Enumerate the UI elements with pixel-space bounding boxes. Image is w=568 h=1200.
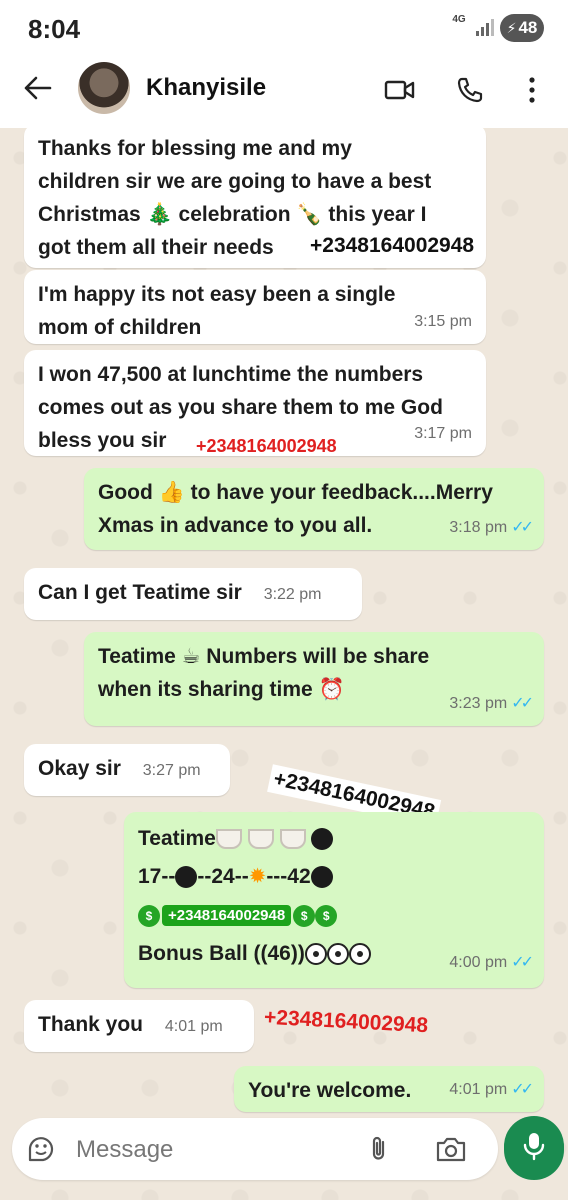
message-line: comes out as you share them to me God	[38, 396, 443, 419]
phone-number-overlay: +2348164002948	[196, 436, 337, 456]
video-call-icon[interactable]	[382, 72, 418, 108]
message-outgoing[interactable]: Teatime 17-- --24--✹---42 $ +2348164002948…	[124, 812, 544, 988]
message-incoming[interactable]: Okay sir 3:27 pm	[24, 744, 230, 796]
signal-icon	[474, 16, 494, 36]
battery-indicator: ⚡ 48	[500, 14, 544, 42]
message-time: 3:18 pm ✓✓	[449, 511, 534, 544]
message-time-text: 3:18 pm	[449, 519, 508, 536]
chat-header: Khanyisile	[0, 56, 568, 128]
message-time: 3:15 pm	[414, 313, 472, 330]
network-indicator: 4G	[452, 14, 466, 25]
contact-name[interactable]: Khanyisile	[146, 74, 266, 102]
message-outgoing[interactable]: You're welcome. 4:01 pm ✓✓	[234, 1066, 544, 1112]
message-line: You're welcome.	[248, 1079, 412, 1102]
message-outgoing[interactable]: Teatime ☕ Numbers will be share when its…	[84, 632, 544, 726]
football-icon	[348, 943, 371, 966]
message-incoming[interactable]: I'm happy its not easy been a single mom…	[24, 270, 486, 344]
message-line: Okay sir	[38, 757, 121, 780]
camera-icon[interactable]	[434, 1134, 468, 1164]
tea-cup-icon	[279, 829, 306, 850]
money-bag-icon: $	[293, 904, 316, 927]
football-icon	[326, 943, 349, 966]
burst-icon: ✹	[248, 865, 267, 889]
message-time: 3:23 pm ✓✓	[449, 687, 534, 720]
phone-number-overlay: +2348164002948	[306, 232, 479, 260]
tea-cup-icon	[215, 829, 242, 850]
avatar[interactable]	[78, 62, 130, 114]
battery-level: 48	[518, 18, 538, 37]
read-ticks-icon: ✓✓	[511, 519, 534, 536]
voice-call-icon[interactable]	[452, 72, 488, 108]
message-line: Good 👍 to have your feedback....Merry	[98, 481, 493, 504]
message-composer	[12, 1118, 498, 1180]
message-time-text: 4:00 pm	[449, 954, 508, 971]
message-time-text: 3:23 pm	[449, 695, 508, 712]
message-time: 3:17 pm	[414, 425, 472, 442]
message-line: Teatime	[138, 820, 530, 858]
more-options-icon[interactable]	[522, 72, 542, 108]
tea-cup-icon	[247, 829, 274, 850]
message-time: 4:01 pm	[164, 1018, 223, 1035]
read-ticks-icon: ✓✓	[511, 695, 534, 712]
message-time-text: 4:01 pm	[449, 1081, 508, 1098]
status-bar: 8:04 4G ⚡ 48	[0, 0, 568, 56]
back-arrow-icon[interactable]	[20, 70, 56, 106]
message-line: Christmas 🎄 celebration 🍾 this year I	[38, 203, 427, 226]
charging-icon: ⚡	[506, 19, 517, 36]
message-line: $ +2348164002948 $ $	[138, 896, 530, 934]
read-ticks-icon: ✓✓	[511, 954, 534, 971]
message-input[interactable]	[74, 1130, 358, 1170]
message-line: I won 47,500 at lunchtime the numbers	[38, 363, 424, 386]
message-line: I'm happy its not easy been a single	[38, 283, 396, 306]
read-ticks-icon: ✓✓	[511, 1081, 534, 1098]
money-bag-icon: $	[315, 904, 338, 927]
message-incoming[interactable]: Can I get Teatime sir 3:22 pm	[24, 568, 362, 620]
mic-button[interactable]	[504, 1116, 564, 1180]
message-line: mom of children	[38, 316, 202, 339]
phone-number-overlay: +2348164002948	[162, 904, 292, 926]
message-line: Can I get Teatime sir	[38, 581, 242, 604]
black-ball-icon	[310, 866, 333, 889]
message-line: 17-- --24--✹---42	[138, 858, 530, 896]
message-time: 3:27 pm	[142, 762, 201, 779]
message-line: children sir we are going to have a best	[38, 170, 432, 193]
status-time: 8:04	[28, 14, 81, 44]
sticker-icon[interactable]	[26, 1134, 56, 1164]
message-time: 4:01 pm ✓✓	[449, 1073, 534, 1106]
black-ball-icon	[311, 828, 334, 851]
football-icon	[304, 943, 327, 966]
black-ball-icon	[175, 866, 198, 889]
mic-icon	[523, 1131, 545, 1166]
message-time: 3:22 pm	[263, 586, 322, 603]
teatime-label: Teatime	[138, 827, 216, 850]
money-bag-icon: $	[138, 904, 160, 927]
message-time: 4:00 pm ✓✓	[449, 944, 534, 982]
message-incoming[interactable]: Thank you 4:01 pm	[24, 1000, 254, 1052]
message-line: Teatime ☕ Numbers will be share	[98, 645, 430, 668]
message-line: Thanks for blessing me and my	[38, 137, 352, 160]
message-outgoing[interactable]: Good 👍 to have your feedback....Merry Xm…	[84, 468, 544, 550]
attach-icon[interactable]	[364, 1134, 394, 1164]
message-line: Thank you	[38, 1013, 144, 1036]
